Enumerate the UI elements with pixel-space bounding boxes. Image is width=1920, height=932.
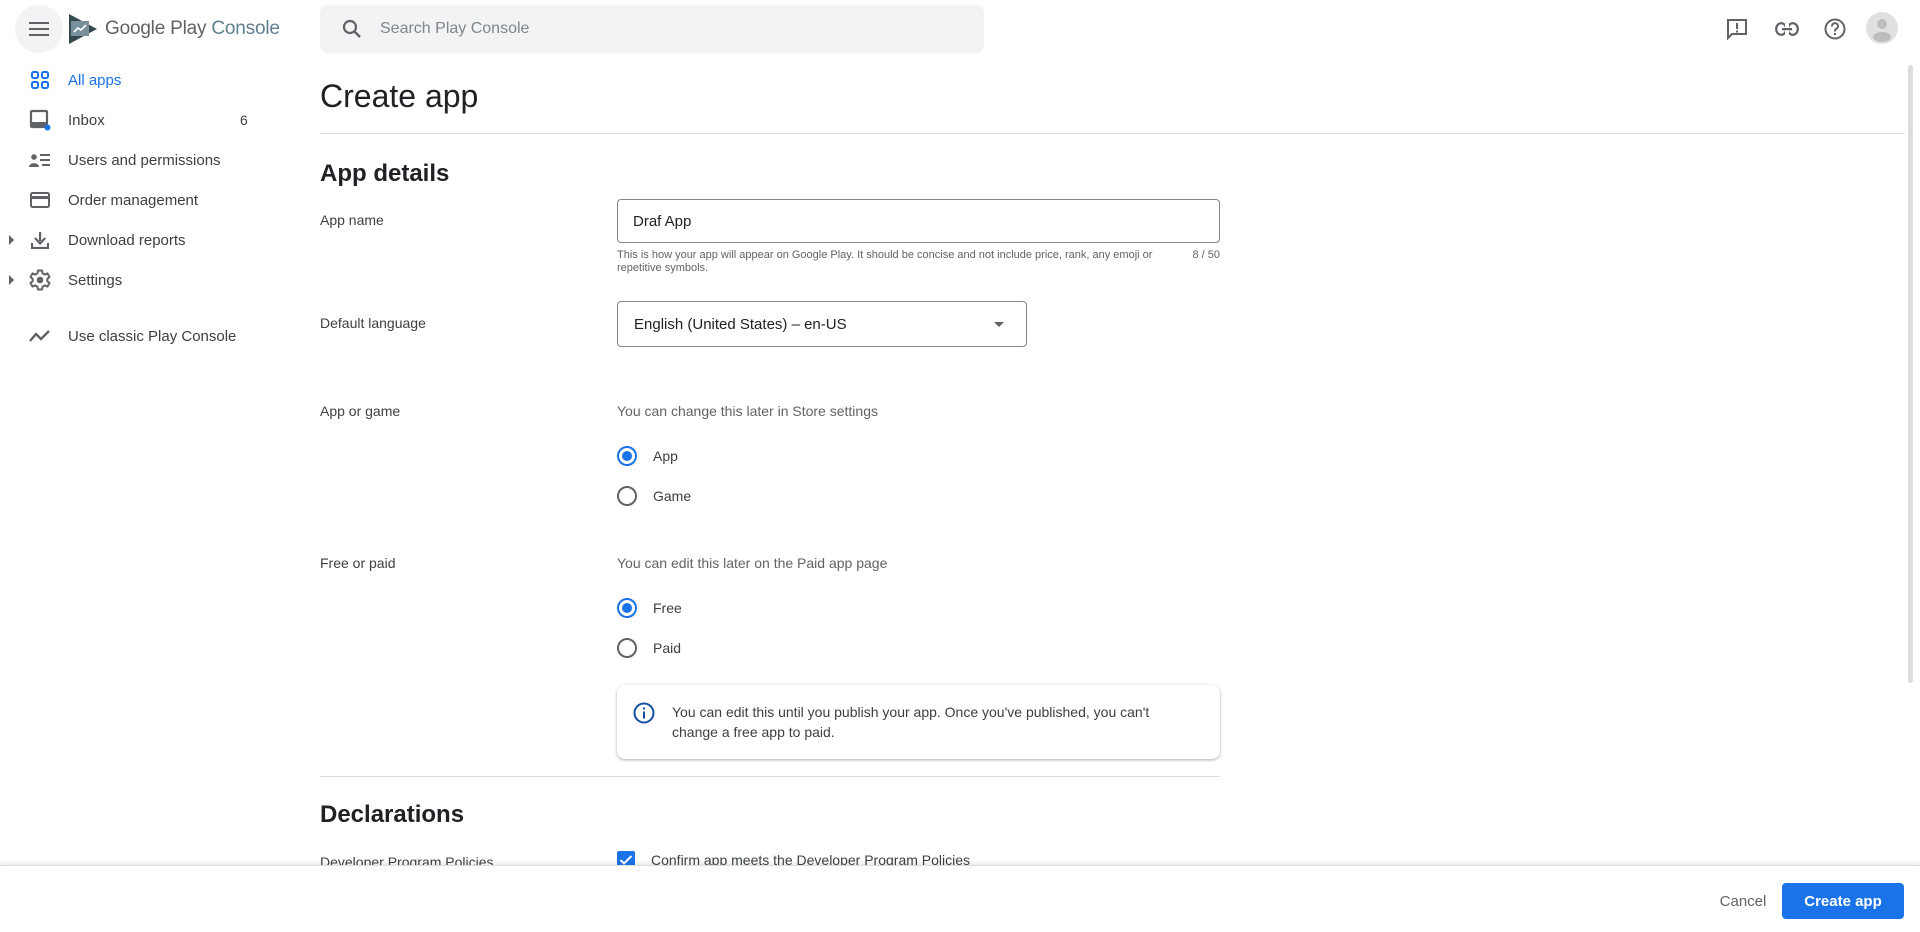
free-paid-info-card: You can edit this until you publish your… — [617, 685, 1220, 759]
account-avatar[interactable] — [1866, 12, 1898, 44]
default-language-value: English (United States) – en-US — [634, 315, 847, 333]
app-name-character-counter: 8 / 50 — [1192, 249, 1220, 261]
play-console-logo-icon — [69, 14, 97, 44]
credit-card-icon — [28, 188, 52, 212]
help-button[interactable] — [1820, 14, 1850, 44]
sidebar-item-users-and-permissions[interactable]: Users and permissions — [0, 142, 270, 178]
inbox-count-badge: 6 — [240, 112, 248, 128]
sidebar-item-inbox[interactable]: Inbox 6 — [0, 102, 270, 138]
sidebar-item-label: Download reports — [68, 231, 186, 249]
radio-option-paid[interactable]: Paid — [617, 636, 681, 660]
sidebar-item-label: Use classic Play Console — [68, 327, 237, 345]
app-or-game-label: App or game — [320, 403, 401, 419]
cancel-button[interactable]: Cancel — [1712, 883, 1774, 919]
expand-arrow-icon[interactable] — [8, 235, 16, 245]
sidebar-item-label: Inbox — [68, 111, 105, 129]
info-text: You can edit this until you publish your… — [672, 704, 1150, 740]
radio-button[interactable] — [617, 638, 637, 658]
radio-label: Game — [653, 488, 692, 504]
download-icon — [28, 228, 52, 252]
menu-icon — [29, 22, 49, 36]
search-icon — [342, 19, 361, 38]
search-bar[interactable] — [320, 5, 984, 53]
app-name-input[interactable] — [617, 199, 1220, 243]
sidebar-item-label: Settings — [68, 271, 123, 289]
person-icon — [1873, 19, 1891, 42]
radio-option-app[interactable]: App — [617, 444, 678, 468]
main-menu-button[interactable] — [15, 5, 63, 53]
play-console-logo[interactable]: Google Play Console — [69, 14, 280, 44]
section-divider — [320, 776, 1220, 777]
default-language-select[interactable]: English (United States) – en-US — [617, 301, 1027, 347]
app-or-game-hint: You can change this later in Store setti… — [617, 403, 878, 419]
gear-icon — [28, 268, 52, 292]
link-button[interactable] — [1772, 14, 1802, 44]
inbox-icon — [28, 108, 52, 132]
expand-arrow-icon[interactable] — [8, 275, 16, 285]
radio-label: Free — [653, 600, 682, 616]
logo-product: Console — [211, 18, 280, 39]
action-footer: Cancel Create app — [0, 865, 1920, 932]
info-icon — [633, 702, 655, 724]
sidebar-item-all-apps[interactable]: All apps — [0, 62, 270, 98]
radio-label: App — [653, 448, 678, 464]
page-title: Create app — [320, 78, 479, 114]
feedback-button[interactable] — [1722, 14, 1752, 44]
logo-text: Google Play Console — [105, 18, 280, 40]
sidebar-item-use-classic-play-console[interactable]: Use classic Play Console — [0, 318, 270, 354]
feedback-icon — [1727, 19, 1747, 40]
grid-icon — [28, 68, 52, 92]
link-icon — [1775, 22, 1799, 36]
sidebar-item-download-reports[interactable]: Download reports — [0, 222, 270, 258]
sidebar-item-order-management[interactable]: Order management — [0, 182, 270, 218]
sidebar-item-settings[interactable]: Settings — [0, 262, 270, 298]
free-or-paid-label: Free or paid — [320, 555, 396, 571]
page-scrollbar[interactable] — [1908, 65, 1913, 683]
dropdown-arrow-icon — [994, 322, 1004, 327]
radio-option-game[interactable]: Game — [617, 484, 691, 508]
radio-label: Paid — [653, 640, 682, 656]
logo-brand: Google Play — [105, 18, 207, 39]
radio-button-checked[interactable] — [617, 598, 637, 618]
radio-button-checked[interactable] — [617, 446, 637, 466]
users-list-icon — [28, 148, 52, 172]
app-details-heading: App details — [320, 160, 450, 187]
app-name-label: App name — [320, 212, 384, 228]
search-input[interactable] — [380, 20, 940, 38]
create-app-button[interactable]: Create app — [1782, 883, 1904, 919]
help-icon — [1824, 18, 1846, 40]
free-or-paid-hint: You can edit this later on the Paid app … — [617, 555, 888, 571]
radio-button[interactable] — [617, 486, 637, 506]
trending-icon — [28, 324, 52, 348]
declarations-heading: Declarations — [320, 801, 465, 828]
sidebar-item-label: All apps — [68, 71, 122, 89]
sidebar-item-label: Users and permissions — [68, 151, 221, 169]
default-language-label: Default language — [320, 315, 426, 331]
sidebar-item-label: Order management — [68, 191, 199, 209]
app-name-helper-text: This is how your app will appear on Goog… — [617, 249, 1153, 274]
title-divider — [320, 133, 1905, 134]
radio-option-free[interactable]: Free — [617, 596, 682, 620]
